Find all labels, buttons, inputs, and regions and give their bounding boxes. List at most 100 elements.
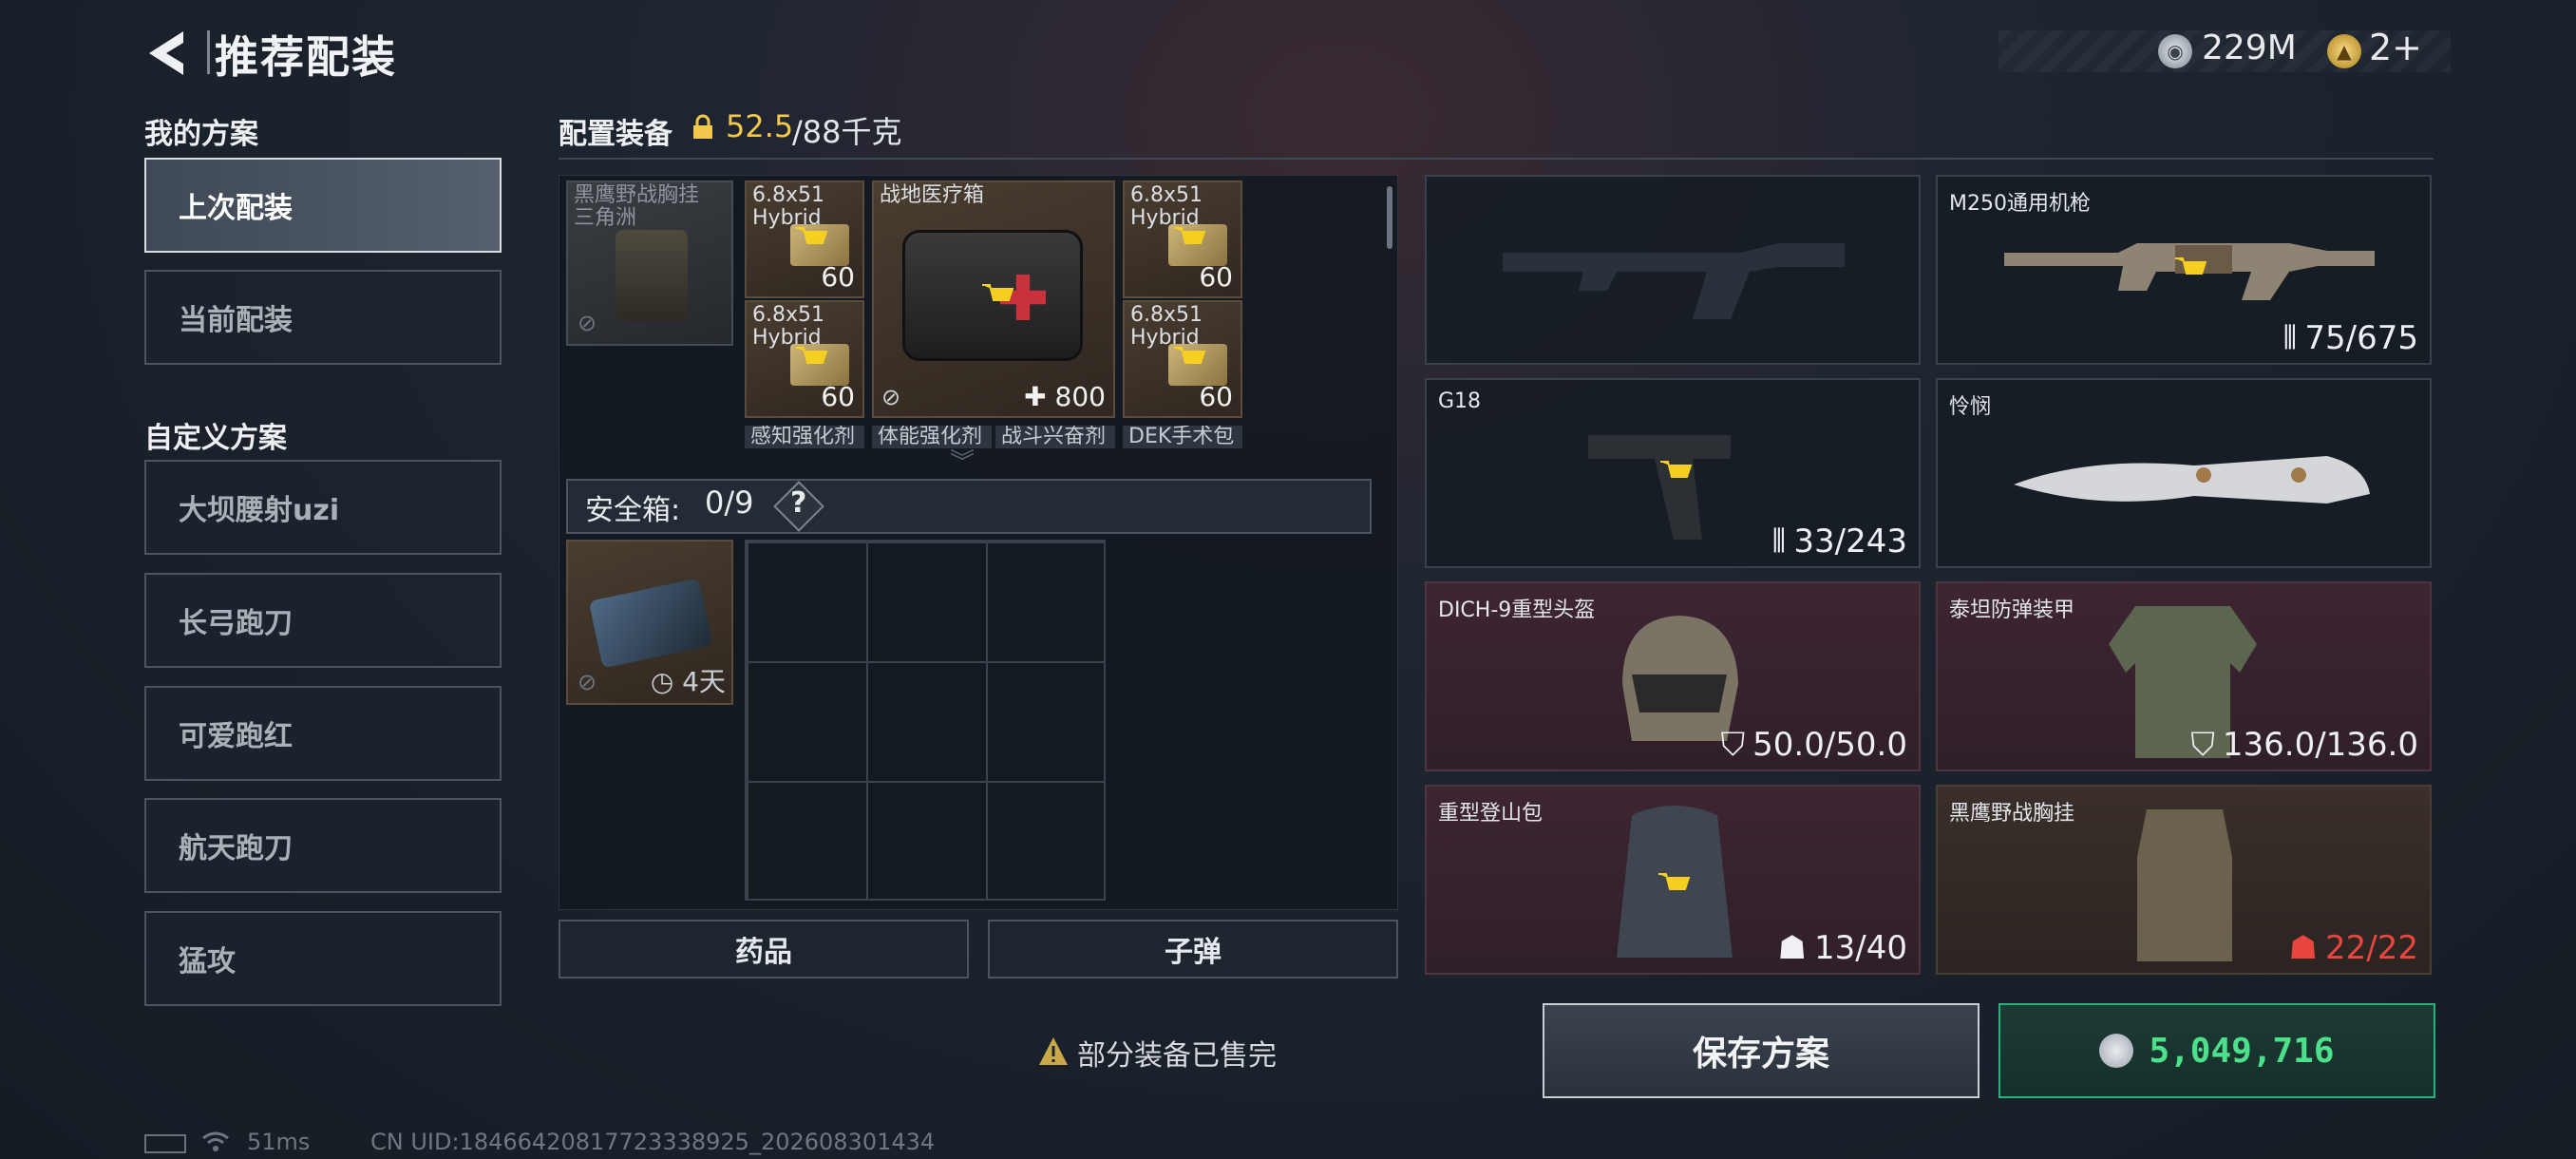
case-timer-value: 4天 bbox=[682, 666, 726, 697]
shopping-cart-icon bbox=[1658, 873, 1691, 890]
no-insure-icon: ⊘ bbox=[881, 384, 901, 410]
inventory-item-ammo[interactable]: 6.8x51 Hybrid 60 bbox=[745, 180, 864, 298]
my-plans-title: 我的方案 bbox=[144, 118, 258, 151]
custom-plans-title: 自定义方案 bbox=[144, 422, 287, 455]
backpack-icon: ☗ bbox=[1777, 929, 1808, 967]
slot-helmet[interactable]: DICH-9重型头盔 ⛉ 50.0/50.0 bbox=[1425, 581, 1921, 771]
slot-backpack[interactable]: 重型登山包 ☗ 13/40 bbox=[1425, 785, 1921, 975]
ping-text: 51ms bbox=[247, 1129, 311, 1155]
help-icon-glyph: ? bbox=[790, 486, 807, 520]
tab-medicine[interactable]: 药品 bbox=[559, 920, 969, 978]
battery-icon bbox=[144, 1134, 186, 1153]
chevron-down-icon[interactable]: ︾ bbox=[950, 443, 975, 478]
gold-coin-value[interactable]: 2+ bbox=[2369, 27, 2422, 68]
ammo-icon: ⦀ bbox=[2282, 319, 2298, 357]
slot-durability: ⛉ 50.0/50.0 bbox=[1721, 726, 1907, 764]
slot-chest-rig[interactable]: 黑鹰野战胸挂 ☗ 22/22 bbox=[1936, 785, 2432, 975]
loadout-title: 配置装备 bbox=[559, 118, 672, 151]
inventory-item-ammo[interactable]: 6.8x51 Hybrid 60 bbox=[1123, 180, 1242, 298]
slot-name: 怜悯 bbox=[1949, 395, 1992, 419]
slot-ammo-count: ⦀ 33/243 bbox=[1771, 522, 1907, 560]
tab-label: 药品 bbox=[735, 936, 792, 969]
uid-text: CN UID:18466420817723338925_202608301434 bbox=[370, 1129, 936, 1155]
slot-value-text: 50.0/50.0 bbox=[1752, 726, 1907, 764]
item-label: 6.8x51 Hybrid bbox=[1130, 183, 1203, 230]
slot-capacity: ☗ 22/22 bbox=[2289, 929, 2418, 967]
partial-item-label[interactable]: DEK手术包 bbox=[1123, 426, 1242, 448]
item-label: 6.8x51 Hybrid bbox=[752, 183, 825, 230]
item-quantity: 60 bbox=[821, 381, 855, 412]
safe-box-label: 安全箱: bbox=[585, 494, 681, 527]
plus-icon: ✚ bbox=[1024, 381, 1047, 412]
partial-item-label[interactable]: 战斗兴奋剂 bbox=[995, 426, 1115, 448]
clock-icon: ◷ bbox=[650, 666, 674, 697]
chest-rig-image bbox=[2137, 809, 2232, 961]
slot-sidearm[interactable]: G18 ⦀ 33/243 bbox=[1425, 378, 1921, 568]
item-label: 战地医疗箱 bbox=[880, 183, 985, 207]
slot-durability: ⛉ 136.0/136.0 bbox=[2190, 726, 2418, 764]
shopping-cart-icon bbox=[796, 227, 828, 244]
custom-plan-item[interactable]: 可爱跑红 bbox=[144, 686, 502, 781]
header-divider bbox=[207, 30, 210, 74]
custom-plan-item[interactable]: 大坝腰射uzi bbox=[144, 460, 502, 555]
wifi-icon bbox=[202, 1131, 229, 1151]
shopping-cart-icon bbox=[982, 284, 1014, 301]
inventory-item-chest-rig[interactable]: 黑鹰野战胸挂三角洲 ⊘ bbox=[566, 180, 733, 346]
slot-primary-weapon[interactable]: M250通用机枪 ⦀ 75/675 bbox=[1936, 175, 2432, 365]
slot-value-text: 136.0/136.0 bbox=[2222, 726, 2418, 764]
back-button[interactable] bbox=[142, 27, 190, 80]
safe-box-grid[interactable] bbox=[745, 540, 1106, 901]
custom-plan-item[interactable]: 猛攻 bbox=[144, 911, 502, 1006]
back-arrow-icon bbox=[149, 31, 183, 75]
shopping-cart-icon bbox=[796, 347, 828, 364]
no-insure-icon: ⊘ bbox=[578, 310, 597, 336]
slot-ammo-count: ⦀ 75/675 bbox=[2282, 319, 2418, 357]
save-plan-button[interactable]: 保存方案 bbox=[1543, 1003, 1979, 1098]
knife-image bbox=[2014, 456, 2370, 504]
weight-current: 52.5 bbox=[726, 108, 794, 144]
shopping-cart-icon bbox=[1660, 461, 1693, 478]
plan-label: 可爱跑红 bbox=[179, 720, 293, 753]
slot-value-text: 33/243 bbox=[1793, 522, 1907, 560]
plan-label: 猛攻 bbox=[179, 945, 236, 978]
slot-value-text: 13/40 bbox=[1814, 929, 1907, 967]
case-timer: ◷ 4天 bbox=[651, 661, 726, 699]
inventory-item-ammo[interactable]: 6.8x51 Hybrid 60 bbox=[1123, 300, 1242, 418]
plan-label: 大坝腰射uzi bbox=[179, 494, 340, 527]
safe-case-item[interactable]: ⊘ ◷ 4天 bbox=[566, 540, 733, 705]
slot-primary-weapon-empty[interactable] bbox=[1425, 175, 1921, 365]
slot-melee[interactable]: 怜悯 bbox=[1936, 378, 2432, 568]
inventory-item-medkit[interactable]: 战地医疗箱 ⊘ ✚ 800 bbox=[872, 180, 1115, 418]
plan-label: 长弓跑刀 bbox=[179, 607, 293, 640]
lock-icon bbox=[693, 114, 712, 139]
item-label: 6.8x51 Hybrid bbox=[1130, 303, 1203, 350]
backpack-icon: ☗ bbox=[2288, 929, 2319, 967]
item-durability: ✚ 800 bbox=[1024, 381, 1106, 412]
slot-name: M250通用机枪 bbox=[1949, 192, 2091, 216]
item-label: 黑鹰野战胸挂三角洲 bbox=[574, 183, 700, 230]
loadout-divider bbox=[559, 158, 2434, 160]
slot-name: G18 bbox=[1438, 390, 1482, 413]
plan-current-loadout[interactable]: 当前配装 bbox=[144, 270, 502, 365]
item-quantity: 60 bbox=[1199, 261, 1233, 293]
page-title: 推荐配装 bbox=[215, 31, 397, 83]
gold-coin-icon: ▲ bbox=[2327, 34, 2361, 68]
silver-coin-value: 229M bbox=[2202, 28, 2297, 67]
custom-plan-item[interactable]: 长弓跑刀 bbox=[144, 573, 502, 668]
weight-max: /88千克 bbox=[792, 114, 902, 150]
inventory-item-ammo[interactable]: 6.8x51 Hybrid 60 bbox=[745, 300, 864, 418]
safe-box-count: 0/9 bbox=[705, 484, 754, 521]
slot-body-armor[interactable]: 泰坦防弹装甲 ⛉ 136.0/136.0 bbox=[1936, 581, 2432, 771]
tab-label: 子弹 bbox=[1165, 936, 1222, 969]
purchase-button[interactable]: 5,049,716 bbox=[1998, 1003, 2435, 1098]
partial-item-label[interactable]: 感知强化剂 bbox=[745, 426, 864, 448]
plan-label: 上次配装 bbox=[179, 192, 293, 225]
sold-out-warning: 部分装备已售完 bbox=[1077, 1039, 1277, 1073]
backpack-scrollbar[interactable] bbox=[1387, 186, 1392, 249]
tab-ammo[interactable]: 子弹 bbox=[988, 920, 1398, 978]
slot-name: 泰坦防弹装甲 bbox=[1949, 598, 2075, 622]
plan-last-loadout[interactable]: 上次配装 bbox=[144, 158, 502, 253]
slot-name: 重型登山包 bbox=[1438, 802, 1544, 826]
custom-plan-item[interactable]: 航天跑刀 bbox=[144, 798, 502, 893]
safe-box-bar bbox=[566, 479, 1372, 534]
